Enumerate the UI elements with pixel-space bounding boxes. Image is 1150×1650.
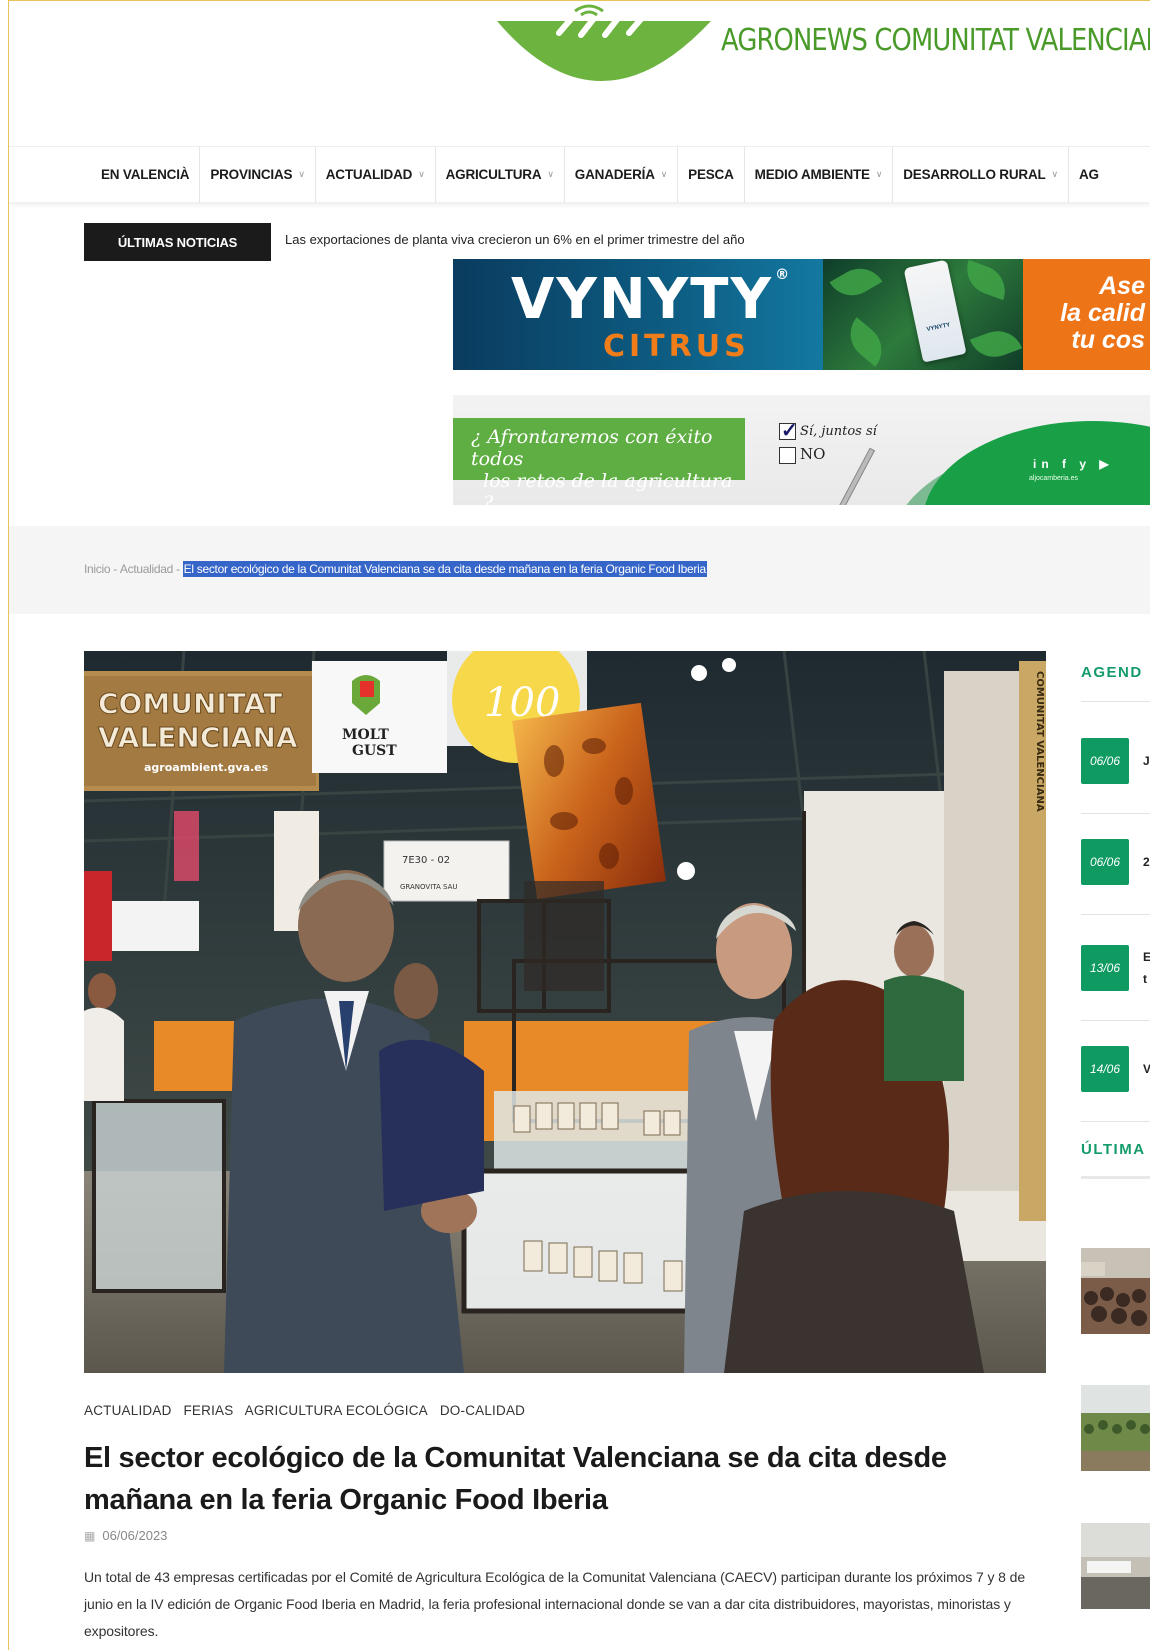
nav-item-ganaderia[interactable]: GANADERÍA ∨ [565,146,679,203]
category-link[interactable]: FERIAS [183,1403,233,1418]
chevron-down-icon: ∨ [660,169,668,179]
latest-thumbnail[interactable] [1081,1523,1150,1609]
site-logo[interactable]: AGRONEWS COMUNITAT VALENCIANA [489,1,1150,91]
ad-question: ¿ Afrontaremos con éxito todos los retos… [453,418,745,505]
svg-text:GRANOVITA SAU: GRANOVITA SAU [400,883,458,891]
svg-text:COMUNITAT: COMUNITAT [98,687,282,720]
ad-banner-vynyty[interactable]: VYNYTY ® CITRUS VYNYTY Ase la calid tu co… [453,259,1150,370]
chevron-down-icon: ∨ [875,169,883,179]
breadcrumb-band: Inicio - Actualidad - El sector ecológico de… [9,526,1150,614]
main-nav: EN VALENCIÀ PROVINCIAS ∨ ACTUALIDAD ∨ AGRI… [9,146,1150,203]
logo-leaf-icon [497,4,711,81]
page: AGRONEWS COMUNITAT VALENCIANA EN VALENCI… [8,0,1150,1650]
article-date: ▦ 06/06/2023 [84,1528,168,1543]
article-categories: ACTUALIDAD FERIAS AGRICULTURA ECOLÓGICA … [84,1403,533,1418]
category-link[interactable]: AGRICULTURA ECOLÓGICA [245,1403,428,1418]
agenda-date: 13/06 [1081,945,1129,991]
svg-text:GUST: GUST [352,743,397,759]
svg-text:7E30 - 02: 7E30 - 02 [402,855,450,866]
article-title: El sector ecológico de la Comunitat Vale… [84,1442,947,1516]
latest-thumbnail[interactable] [1081,1248,1150,1334]
agenda-item[interactable]: 06/06 2 [1081,839,1150,885]
chevron-down-icon: ∨ [1051,169,1059,179]
nav-item-agricultura[interactable]: AGRICULTURA ∨ [436,146,565,203]
ticker-label: ÚLTIMAS NOTICIAS [84,223,271,261]
svg-text:VALENCIANA: VALENCIANA [98,721,298,754]
nav-item-desarrollo-rural[interactable]: DESARROLLO RURAL ∨ [893,146,1069,203]
svg-text:agroambient.gva.es: agroambient.gva.es [144,761,269,774]
site-name: AGRONEWS COMUNITAT VALENCIANA [721,23,1150,58]
ad-slogan: Ase la calid tu cos [1023,259,1150,370]
bottle-image: VYNYTY [903,259,967,363]
svg-text:COMUNITAT VALENCIANA: COMUNITAT VALENCIANA [1034,671,1045,812]
agenda-date: 06/06 [1081,738,1129,784]
nav-item-ag[interactable]: AG [1069,147,1109,203]
ad-banner-retos[interactable]: ¿ Afrontaremos con éxito todos los retos… [453,395,1150,505]
ticker-headline[interactable]: Las exportaciones de planta viva crecier… [285,232,745,247]
nav-item-medio-ambiente[interactable]: MEDIO AMBIENTE ∨ [745,146,894,203]
article-lead: Un total de 43 empresas certificadas por… [84,1569,1026,1639]
nav-item-provincias[interactable]: PROVINCIAS ∨ [200,146,316,203]
agenda-item[interactable]: 13/06 E t [1081,945,1150,991]
nav-item-actualidad[interactable]: ACTUALIDAD ∨ [316,146,436,203]
agenda-date: 06/06 [1081,839,1129,885]
breadcrumb-section[interactable]: Actualidad [120,562,173,576]
breadcrumb-home[interactable]: Inicio [84,562,111,576]
chevron-down-icon: ∨ [298,169,305,179]
ad-brand-sub: CITRUS [603,329,750,364]
nav-item-en-valencia[interactable]: EN VALENCIÀ [91,146,201,203]
checkbox-empty-icon [779,446,796,464]
latest-title: ÚLTIMA [1081,1141,1146,1158]
agenda-item[interactable]: 06/06 J [1081,738,1150,784]
social-icons: in f y ▶ [1033,457,1114,471]
calendar-icon: ▦ [84,1529,96,1543]
chevron-down-icon: ∨ [547,169,554,179]
svg-text:MOLT: MOLT [342,727,389,743]
latest-thumbnail[interactable] [1081,1385,1150,1471]
breadcrumb-current: El sector ecológico de la Comunitat Vale… [182,561,707,577]
chevron-down-icon: ∨ [418,169,425,179]
category-link[interactable]: DO-CALIDAD [440,1403,525,1418]
agenda-title: AGEND [1081,664,1143,681]
agenda-item[interactable]: 14/06 V [1081,1046,1150,1092]
category-link[interactable]: ACTUALIDAD [84,1403,172,1418]
ad-product-image: VYNYTY [823,259,1023,370]
checkbox-checked-icon [779,418,798,442]
breadcrumb: Inicio - Actualidad - El sector ecológico de… [84,561,707,577]
nav-item-pesca[interactable]: PESCA [678,146,745,203]
ad-brand: VYNYTY ® [511,267,792,332]
ad-site: aljocamberia.es [1029,475,1079,482]
agenda-date: 14/06 [1081,1046,1129,1092]
article-hero-image[interactable]: COMUNITAT VALENCIANA agroambient.gva.es … [84,651,1046,1373]
